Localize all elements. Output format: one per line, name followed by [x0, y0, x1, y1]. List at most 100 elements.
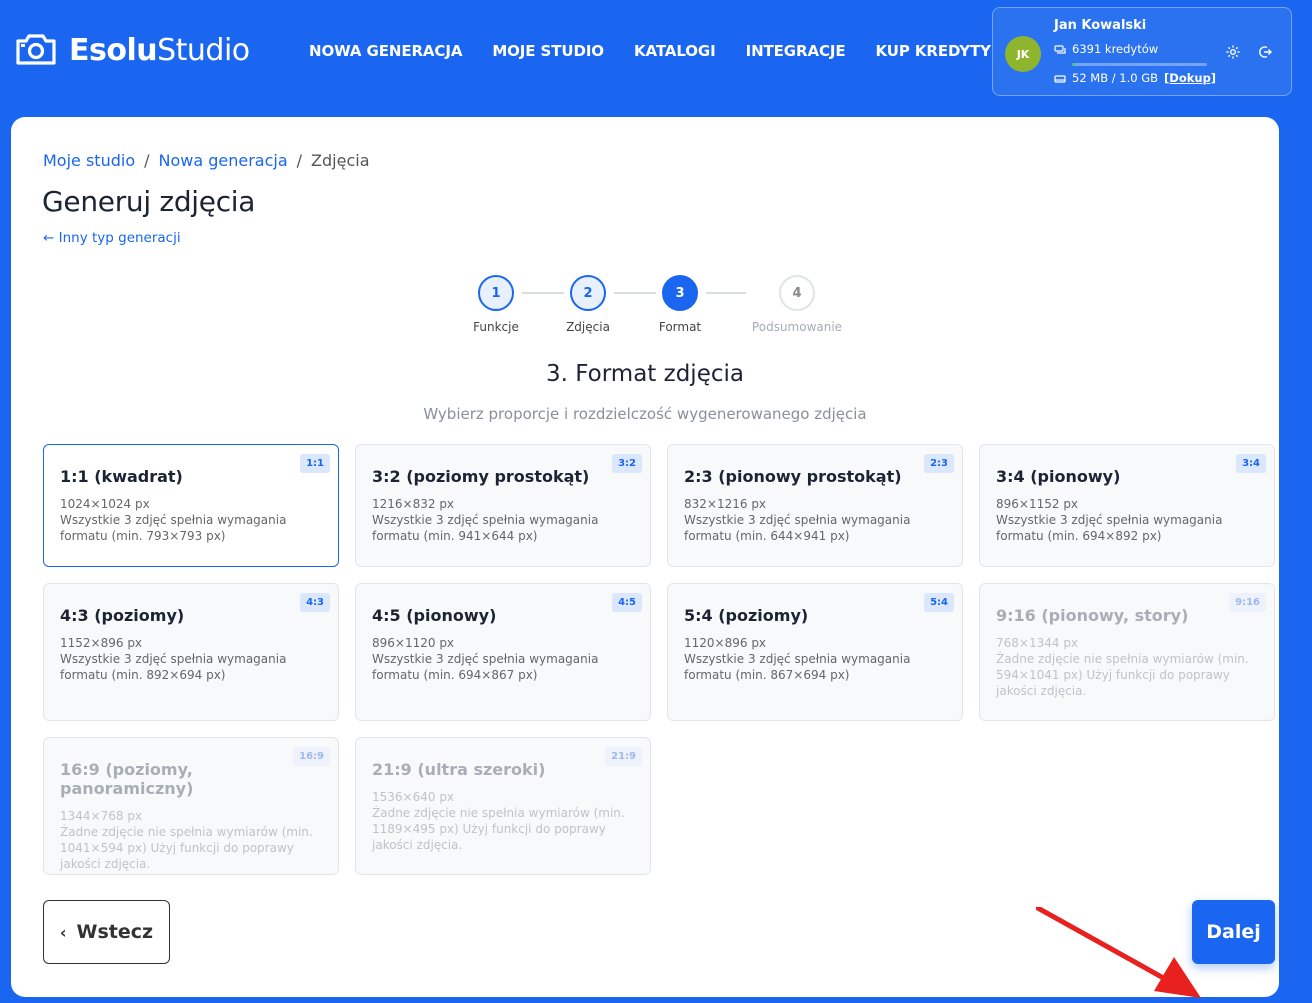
format-title: 3:4 (pionowy) [996, 467, 1121, 486]
breadcrumb-separator: / [296, 151, 303, 170]
format-resolution: 768×1344 px [996, 636, 1079, 650]
format-title: 3:2 (poziomy prostokąt) [372, 467, 590, 486]
nav-integrations[interactable]: INTEGRACJE [746, 42, 846, 60]
storage-icon [1054, 73, 1066, 83]
section-title: 3. Format zdjęcia [546, 361, 744, 387]
step-label: Format [658, 320, 702, 334]
format-resolution: 1216×832 px [372, 497, 455, 511]
step-functions[interactable]: 1 Funkcje [466, 275, 526, 334]
format-title: 9:16 (pionowy, story) [996, 606, 1189, 625]
step-number: 1 [478, 275, 514, 311]
format-title: 5:4 (poziomy) [684, 606, 809, 625]
chevron-left-icon: ‹ [59, 922, 67, 942]
back-button-label: Wstecz [76, 921, 154, 943]
format-card-21-9: 21:9 21:9 (ultra szeroki) 1536×640 px Ża… [355, 737, 651, 875]
step-number: 4 [779, 275, 815, 311]
camera-icon [14, 32, 58, 70]
page-title: Generuj zdjęcia [42, 185, 256, 218]
annotation-arrow [1036, 907, 1201, 998]
format-ratio-badge: 3:4 [1236, 454, 1266, 473]
breadcrumb-new-generation[interactable]: Nowa generacja [159, 151, 288, 170]
step-number: 2 [570, 275, 606, 311]
format-card-2-3[interactable]: 2:3 2:3 (pionowy prostokąt) 832×1216 px … [667, 444, 963, 567]
format-resolution: 1344×768 px [60, 809, 143, 823]
step-photos[interactable]: 2 Zdjęcia [558, 275, 618, 334]
section-subtitle: Wybierz proporcje i rozdzielczość wygene… [423, 405, 867, 423]
format-resolution: 832×1216 px [684, 497, 767, 511]
format-resolution: 1024×1024 px [60, 497, 150, 511]
step-label: Funkcje [473, 320, 519, 334]
step-label: Zdjęcia [566, 320, 610, 334]
nav-new-generation[interactable]: NOWA GENERACJA [309, 42, 462, 60]
format-title: 16:9 (poziomy, panoramiczny) [60, 760, 194, 798]
credits-progress-fill [1072, 63, 1075, 66]
format-card-5-4[interactable]: 5:4 5:4 (poziomy) 1120×896 px Wszystkie … [667, 583, 963, 721]
format-ratio-badge: 9:16 [1229, 593, 1266, 612]
format-note: Wszystkie 3 zdjęć spełnia wymagania form… [684, 652, 911, 682]
format-ratio-badge: 5:4 [924, 593, 954, 612]
format-note: Wszystkie 3 zdjęć spełnia wymagania form… [996, 513, 1223, 543]
brand-logo[interactable]: EsoluStudio [14, 33, 250, 69]
breadcrumb-current: Zdjęcia [311, 151, 370, 170]
format-note: Żadne zdjęcie nie spełnia wymiarów (min.… [996, 652, 1249, 698]
format-note: Wszystkie 3 zdjęć spełnia wymagania form… [372, 513, 599, 543]
format-resolution: 1536×640 px [372, 790, 455, 804]
coins-icon [1054, 44, 1066, 54]
format-card-3-4[interactable]: 3:4 3:4 (pionowy) 896×1152 px Wszystkie … [979, 444, 1275, 567]
user-name: Jan Kowalski [1054, 18, 1147, 33]
format-ratio-badge: 4:5 [612, 593, 642, 612]
format-note: Wszystkie 3 zdjęć spełnia wymagania form… [684, 513, 911, 543]
format-title: 2:3 (pionowy prostokąt) [684, 467, 902, 486]
format-resolution: 1120×896 px [684, 636, 767, 650]
breadcrumb: Moje studio / Nowa generacja / Zdjęcia [43, 151, 370, 170]
stepper-connector [706, 292, 746, 294]
format-note: Żadne zdjęcie nie spełnia wymiarów (min.… [60, 825, 313, 871]
format-ratio-badge: 16:9 [293, 747, 330, 766]
format-ratio-badge: 2:3 [924, 454, 954, 473]
storage-info: 52 MB / 1.0 GB [Dokup] [1054, 71, 1216, 85]
credits-info: 6391 kredytów [1054, 42, 1158, 56]
main-nav: NOWA GENERACJA MOJE STUDIO KATALOGI INTE… [309, 42, 991, 60]
back-button[interactable]: ‹ Wstecz [43, 900, 170, 964]
nav-my-studio[interactable]: MOJE STUDIO [492, 42, 604, 60]
format-ratio-badge: 1:1 [300, 454, 330, 473]
format-ratio-badge: 21:9 [605, 747, 642, 766]
topup-link[interactable]: [Dokup] [1164, 71, 1216, 85]
format-ratio-badge: 3:2 [612, 454, 642, 473]
format-title: 21:9 (ultra szeroki) [372, 760, 546, 779]
step-format[interactable]: 3 Format [650, 275, 710, 334]
format-card-3-2[interactable]: 3:2 3:2 (poziomy prostokąt) 1216×832 px … [355, 444, 651, 567]
main-card: Moje studio / Nowa generacja / Zdjęcia G… [11, 117, 1279, 998]
top-navbar: EsoluStudio NOWA GENERACJA MOJE STUDIO K… [0, 0, 1312, 112]
step-label: Podsumowanie [751, 320, 843, 334]
step-summary: 4 Podsumowanie [747, 275, 847, 334]
format-note: Żadne zdjęcie nie spełnia wymiarów (min.… [372, 806, 625, 852]
user-panel: JK Jan Kowalski 6391 kredytów 52 MB / 1.… [992, 7, 1292, 96]
format-card-4-3[interactable]: 4:3 4:3 (poziomy) 1152×896 px Wszystkie … [43, 583, 339, 721]
format-title: 1:1 (kwadrat) [60, 467, 183, 486]
format-card-9-16: 9:16 9:16 (pionowy, story) 768×1344 px Ż… [979, 583, 1275, 721]
format-title: 4:3 (poziomy) [60, 606, 185, 625]
nav-buy-credits[interactable]: KUP KREDYTY [876, 42, 992, 60]
format-note: Wszystkie 3 zdjęć spełnia wymagania form… [60, 652, 287, 682]
other-generation-type-link[interactable]: ← Inny typ generacji [43, 230, 181, 246]
format-resolution: 1152×896 px [60, 636, 143, 650]
format-note: Wszystkie 3 zdjęć spełnia wymagania form… [372, 652, 599, 682]
breadcrumb-separator: / [144, 151, 150, 170]
storage-text: 52 MB / 1.0 GB [1072, 71, 1159, 85]
format-card-1-1[interactable]: 1:1 1:1 (kwadrat) 1024×1024 px Wszystkie… [43, 444, 339, 567]
nav-catalogs[interactable]: KATALOGI [634, 42, 716, 60]
format-card-4-5[interactable]: 4:5 4:5 (pionowy) 896×1120 px Wszystkie … [355, 583, 651, 721]
format-note: Wszystkie 3 zdjęć spełnia wymagania form… [60, 513, 287, 543]
avatar[interactable]: JK [1005, 36, 1041, 72]
format-resolution: 896×1152 px [996, 497, 1079, 511]
brand-name-light: Studio [157, 33, 250, 68]
breadcrumb-my-studio[interactable]: Moje studio [43, 151, 135, 170]
format-title: 4:5 (pionowy) [372, 606, 497, 625]
logout-icon[interactable] [1257, 44, 1273, 60]
settings-icon[interactable] [1225, 44, 1241, 60]
brand-name-bold: Esolu [69, 33, 158, 68]
credits-progress-bar [1072, 63, 1207, 66]
step-number: 3 [662, 275, 698, 311]
format-card-16-9: 16:9 16:9 (poziomy, panoramiczny) 1344×7… [43, 737, 339, 875]
